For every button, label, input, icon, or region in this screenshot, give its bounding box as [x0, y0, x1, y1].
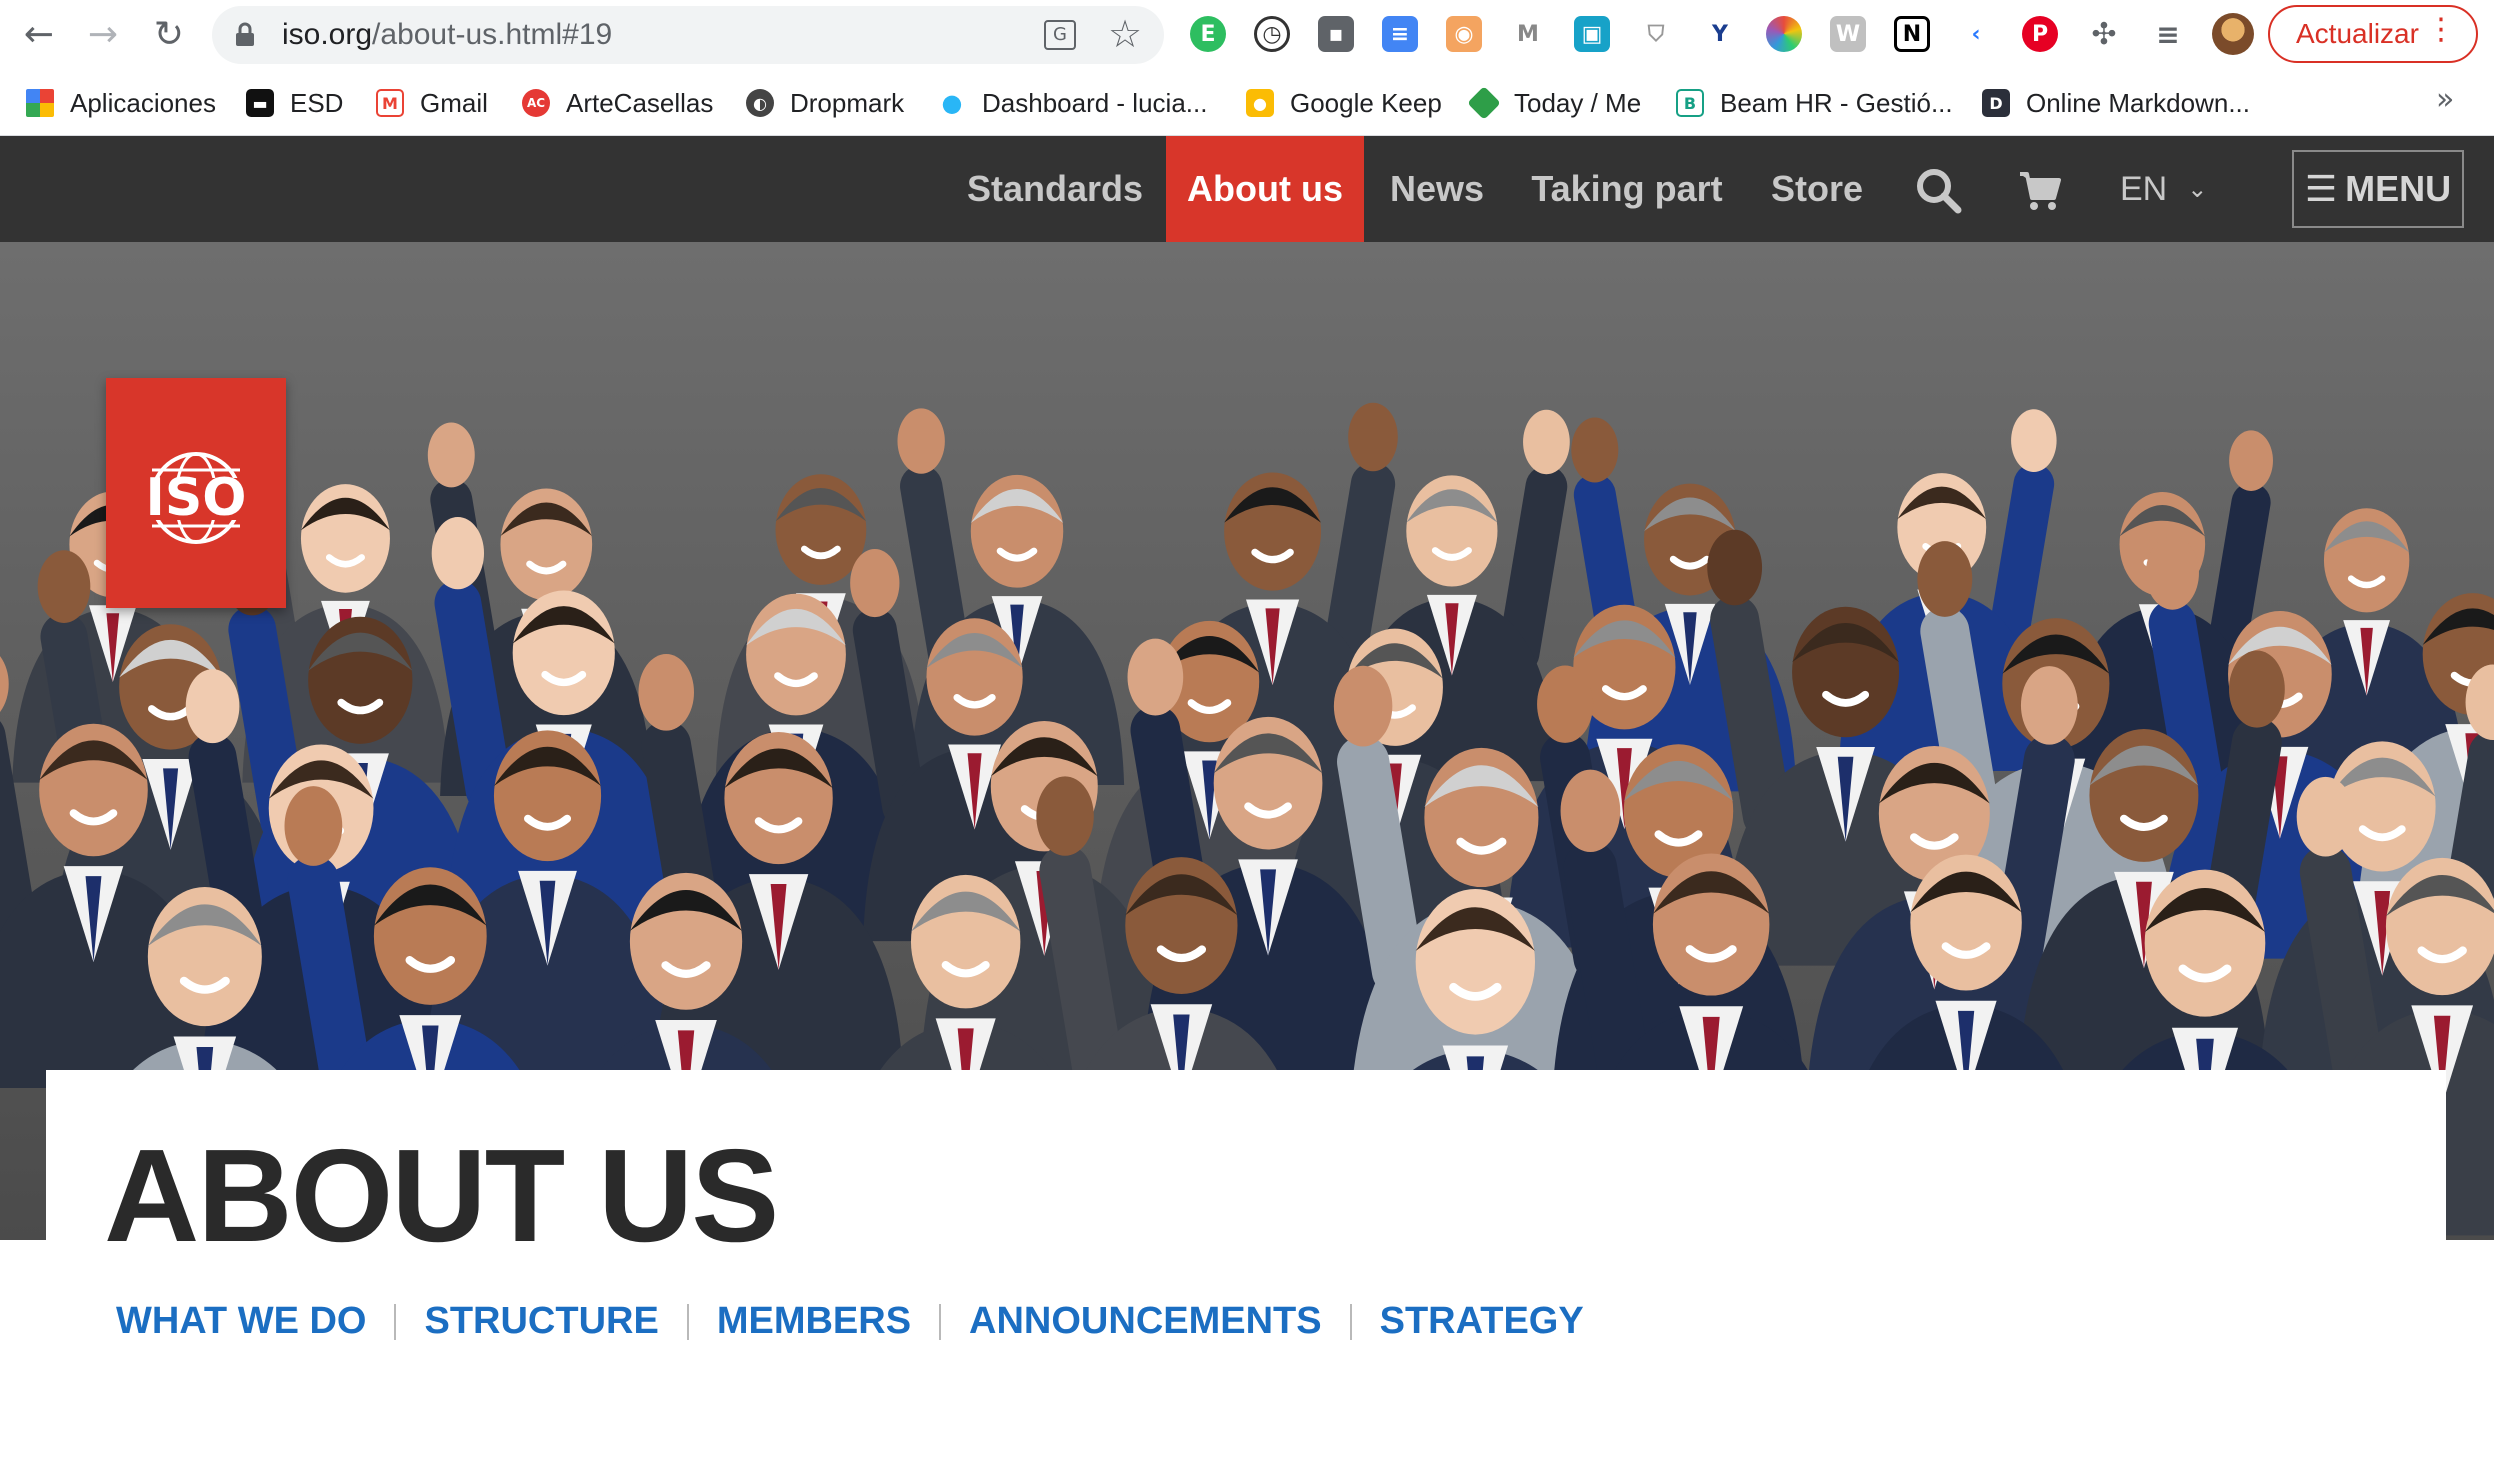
forward-arrow-icon[interactable]: →: [80, 11, 126, 57]
bookmark-label: ESD: [290, 87, 344, 118]
url-host: iso.org: [282, 18, 373, 51]
more-bookmarks-chevron[interactable]: »: [2436, 82, 2454, 117]
bookmark-label: Aplicaciones: [70, 87, 216, 118]
droplet-icon: ●: [938, 89, 966, 117]
update-button[interactable]: Actualizar ⋮: [2268, 5, 2478, 63]
nav-store[interactable]: Store: [1754, 136, 1880, 242]
screenshot-extension-icon[interactable]: ▣: [1574, 16, 1610, 52]
address-bar[interactable]: iso.org/about-us.html#19 G ☆: [212, 6, 1164, 64]
clock-extension-icon[interactable]: ◷: [1254, 16, 1290, 52]
title-panel: ABOUT US WHAT WE DO STRUCTURE MEMBERS AN…: [46, 1070, 2446, 1462]
menu-button[interactable]: ☰ MENU: [2292, 150, 2464, 228]
bookmark-dashboard[interactable]: ● Dashboard - lucia...: [938, 82, 1207, 124]
bookmark-online-markdown[interactable]: D Online Markdown...: [1982, 82, 2250, 124]
site-header: Standards About us News Taking part Stor…: [0, 136, 2494, 242]
media-queue-icon[interactable]: ≡: [2150, 16, 2186, 52]
bookmark-label: Online Markdown...: [2026, 87, 2250, 118]
w-extension-icon[interactable]: W: [1830, 16, 1866, 52]
bookmark-label: Dashboard - lucia...: [982, 87, 1208, 118]
color-wheel-extension-icon[interactable]: [1766, 16, 1802, 52]
url-text: iso.org/about-us.html#19: [282, 18, 612, 52]
subnav-members[interactable]: MEMBERS: [717, 1300, 911, 1343]
artecasellas-icon: AC: [522, 89, 550, 117]
iso-logo[interactable]: ISO: [106, 378, 286, 608]
cart-icon[interactable]: [2016, 166, 2064, 214]
chevron-down-icon: ⌄: [2187, 175, 2208, 203]
iso-logo-text: ISO: [145, 468, 246, 528]
subnav-divider: [394, 1303, 397, 1340]
search-icon[interactable]: [1914, 166, 1962, 214]
globe-icon: ◐: [746, 89, 774, 117]
lock-icon: [236, 22, 254, 46]
hamburger-icon: ☰: [2304, 168, 2338, 210]
nav-standards[interactable]: Standards: [944, 136, 1166, 242]
speech-bubble-icon: ▬: [246, 89, 274, 117]
y-extension-icon[interactable]: Y: [1702, 16, 1738, 52]
evernote-extension-icon[interactable]: E: [1190, 16, 1226, 52]
bookmark-esd[interactable]: ▬ ESD: [246, 82, 343, 124]
d-icon: D: [1982, 89, 2010, 117]
language-label: EN: [2120, 169, 2168, 208]
bookmark-label: Google Keep: [1290, 87, 1442, 118]
apps-grid-icon: [26, 89, 54, 117]
subnav-divider: [686, 1303, 689, 1340]
back-arrow-icon[interactable]: ←: [16, 11, 62, 57]
docs-extension-icon[interactable]: ≡: [1382, 16, 1418, 52]
page-title: ABOUT US: [104, 1122, 779, 1269]
square-extension-icon[interactable]: ▪: [1318, 16, 1354, 52]
bookmark-label: ArteCasellas: [566, 87, 714, 118]
bookmark-label: Beam HR - Gestió...: [1720, 87, 1953, 118]
bookmark-beam-hr[interactable]: B Beam HR - Gestió...: [1676, 82, 1953, 124]
k-extension-icon[interactable]: ‹: [1958, 16, 1994, 52]
bookmark-label: Today / Me: [1514, 87, 1642, 118]
bookmark-artecasellas[interactable]: AC ArteCasellas: [522, 82, 713, 124]
diamond-icon: [1467, 86, 1501, 120]
subnav-what-we-do[interactable]: WHAT WE DO: [116, 1300, 366, 1343]
bookmark-dropmark[interactable]: ◐ Dropmark: [746, 82, 904, 124]
kebab-menu-icon[interactable]: ⋮: [2426, 15, 2456, 45]
bookmark-apps[interactable]: Aplicaciones: [26, 82, 216, 124]
profile-avatar[interactable]: [2212, 13, 2254, 55]
translate-icon[interactable]: G: [1044, 20, 1076, 50]
pinterest-extension-icon[interactable]: P: [2022, 16, 2058, 52]
bookmark-star-icon[interactable]: ☆: [1108, 12, 1142, 56]
subnav-structure[interactable]: STRUCTURE: [424, 1300, 658, 1343]
nav-taking-part[interactable]: Taking part: [1512, 136, 1742, 242]
subnav-divider: [939, 1303, 942, 1340]
language-selector[interactable]: EN ⌄: [2120, 136, 2207, 242]
nav-news[interactable]: News: [1370, 136, 1504, 242]
bookmark-label: Dropmark: [790, 87, 905, 118]
bookmark-gmail[interactable]: M Gmail: [376, 82, 488, 124]
nav-about-us[interactable]: About us: [1166, 136, 1364, 242]
bookmark-today-me[interactable]: Today / Me: [1467, 82, 1642, 124]
iso-globe-logo-icon: ISO: [120, 452, 272, 544]
keep-icon: ●: [1246, 89, 1274, 117]
browser-toolbar: ← → ↻ iso.org/about-us.html#19 G ☆ E ◷ ▪…: [0, 0, 2494, 70]
beam-icon: B: [1676, 89, 1704, 117]
menu-label: MENU: [2345, 168, 2452, 209]
image-extension-icon[interactable]: ◉: [1446, 16, 1482, 52]
puzzle-extensions-icon[interactable]: ✣: [2086, 16, 2122, 52]
update-button-label: Actualizar: [2296, 18, 2419, 49]
notion-extension-icon[interactable]: N: [1894, 16, 1930, 52]
subnav-divider: [1349, 1303, 1352, 1340]
subnav-announcements[interactable]: ANNOUNCEMENTS: [969, 1300, 1322, 1343]
bookmark-google-keep[interactable]: ● Google Keep: [1246, 82, 1442, 124]
bookmarks-bar: Aplicaciones ▬ ESD M Gmail AC ArteCasell…: [0, 70, 2494, 136]
section-subnav: WHAT WE DO STRUCTURE MEMBERS ANNOUNCEMEN…: [116, 1300, 1584, 1343]
shield-extension-icon[interactable]: ⛉: [1638, 16, 1674, 52]
gmail-icon: M: [376, 89, 404, 117]
mail-extension-icon[interactable]: M: [1510, 16, 1546, 52]
subnav-strategy[interactable]: STRATEGY: [1380, 1300, 1584, 1343]
reload-icon[interactable]: ↻: [146, 11, 192, 57]
url-path: /about-us.html#19: [372, 18, 613, 51]
bookmark-label: Gmail: [420, 87, 488, 118]
